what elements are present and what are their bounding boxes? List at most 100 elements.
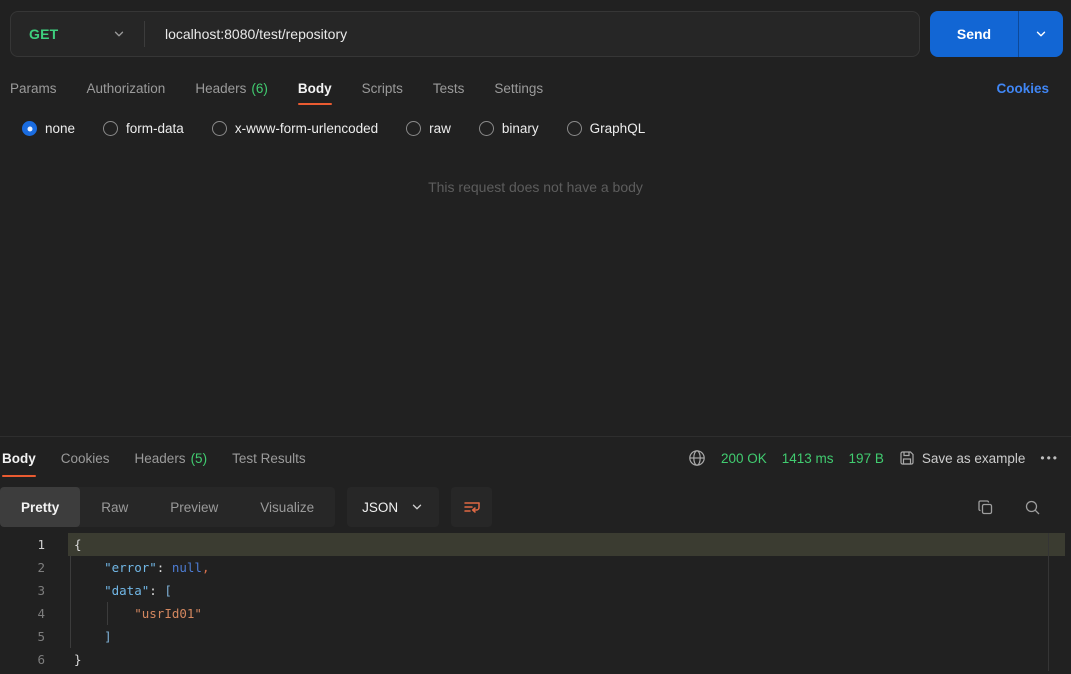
tab-label: Body (2, 450, 36, 466)
method-label: GET (29, 26, 59, 42)
method-dropdown[interactable]: GET (11, 12, 144, 56)
code-line-content: "usrId01" (68, 602, 1065, 625)
line-number: 6 (37, 652, 45, 667)
code-token: ] (104, 629, 112, 644)
view-tab-pretty[interactable]: Pretty (0, 487, 81, 527)
status-code[interactable]: 200 OK (721, 451, 767, 466)
view-tab-visualize[interactable]: Visualize (239, 487, 335, 527)
tab-params[interactable]: Params (10, 68, 57, 108)
tab-headers[interactable]: Headers (6) (195, 68, 268, 108)
response-size[interactable]: 197 B (849, 451, 884, 466)
response-body-editor[interactable]: 1{2 "error": null, 3 "data": [4 "usrId01"… (0, 533, 1071, 671)
tab-label: Headers (134, 450, 186, 466)
tab-label: Test Results (232, 450, 306, 466)
code-token: : (149, 583, 157, 598)
copy-icon[interactable] (977, 499, 994, 516)
radio-label: raw (429, 121, 451, 136)
code-line-content: "data": [ (68, 579, 1065, 602)
tab-label: Cookies (60, 450, 110, 466)
response-pane: Body Cookies Headers (5) Test Results 200… (0, 437, 1071, 671)
view-tab-raw[interactable]: Raw (80, 487, 149, 527)
code-token: { (74, 537, 82, 552)
network-globe-icon[interactable] (688, 449, 706, 467)
search-icon[interactable] (1024, 499, 1041, 516)
code-line-content: ] (68, 625, 1065, 648)
radio-graphql[interactable]: GraphQL (566, 121, 646, 136)
tab-label: Headers (195, 80, 247, 96)
code-line[interactable]: 4 "usrId01" (0, 602, 1071, 625)
radio-form-data[interactable]: form-data (103, 121, 184, 136)
line-number: 1 (37, 537, 45, 552)
code-line-content: "error": null, (68, 556, 1065, 579)
radio-label: GraphQL (589, 121, 646, 136)
code-lines: 1{2 "error": null, 3 "data": [4 "usrId01"… (0, 533, 1071, 671)
tab-label: Params (10, 80, 57, 96)
response-tab-body[interactable]: Body (2, 437, 36, 479)
save-as-example-label: Save as example (921, 450, 1026, 466)
cookies-link[interactable]: Cookies (996, 81, 1049, 96)
radio-icon (103, 121, 119, 136)
code-token: "data" (104, 583, 150, 598)
chevron-down-icon (112, 27, 126, 41)
request-pane: GET localhost:8080/test/repository Send … (0, 0, 1071, 437)
response-meta: 200 OK 1413 ms 197 B Save as example ••• (688, 449, 1059, 467)
response-tab-cookies[interactable]: Cookies (61, 437, 110, 479)
radio-label: x-www-form-urlencoded (234, 121, 379, 136)
url-input[interactable]: localhost:8080/test/repository (145, 26, 919, 42)
tab-authorization[interactable]: Authorization (87, 68, 166, 108)
tab-scripts[interactable]: Scripts (362, 68, 403, 108)
tab-label: Authorization (86, 80, 166, 96)
radio-none[interactable]: none (22, 121, 75, 136)
chevron-down-icon (1034, 27, 1048, 41)
code-line[interactable]: 1{ (0, 533, 1071, 556)
tab-label: Tests (432, 80, 465, 96)
tab-count: (5) (190, 450, 208, 466)
response-tab-test-results[interactable]: Test Results (232, 437, 306, 479)
request-tabs: Params Authorization Headers (6) Body Scr… (0, 68, 1071, 108)
code-line[interactable]: 5 ] (0, 625, 1071, 648)
wrap-lines-button[interactable] (451, 487, 493, 527)
radio-icon (478, 121, 494, 136)
tab-body[interactable]: Body (297, 68, 332, 108)
radio-icon (211, 121, 227, 136)
response-tabs: Body Cookies Headers (5) Test Results 200… (0, 437, 1071, 479)
view-mode-segmented-control: Pretty Raw Preview Visualize (0, 487, 336, 527)
code-line[interactable]: 6} (0, 648, 1071, 671)
wrap-lines-icon (463, 499, 481, 515)
radio-icon (22, 121, 37, 136)
save-as-example-button[interactable]: Save as example (899, 450, 1026, 466)
radio-raw[interactable]: raw (406, 121, 451, 136)
send-button[interactable]: Send (930, 11, 1018, 57)
format-label: JSON (362, 499, 399, 515)
radio-label: none (45, 121, 76, 136)
radio-label: binary (501, 121, 539, 136)
response-tab-headers[interactable]: Headers (5) (135, 437, 208, 479)
chevron-down-icon (410, 500, 424, 514)
save-icon (899, 450, 915, 466)
overview-ruler (1048, 533, 1049, 671)
code-token: "usrId01" (134, 606, 202, 621)
response-toolbar: Pretty Raw Preview Visualize JSON (0, 487, 1071, 527)
tab-settings[interactable]: Settings (494, 68, 543, 108)
code-line[interactable]: 2 "error": null, (0, 556, 1071, 579)
tab-count: (6) (251, 80, 268, 96)
send-options-button[interactable] (1018, 11, 1063, 57)
code-line[interactable]: 3 "data": [ (0, 579, 1071, 602)
radio-x-www-form-urlencoded[interactable]: x-www-form-urlencoded (211, 121, 379, 136)
response-time[interactable]: 1413 ms (782, 451, 834, 466)
view-tab-preview[interactable]: Preview (149, 487, 239, 527)
format-dropdown[interactable]: JSON (347, 487, 440, 527)
more-options-icon[interactable]: ••• (1040, 451, 1059, 465)
tab-tests[interactable]: Tests (433, 68, 465, 108)
line-number: 4 (37, 606, 45, 621)
indent-guide (70, 556, 71, 648)
code-line-content: } (68, 648, 1065, 671)
tab-label: Body (297, 80, 332, 96)
url-row: GET localhost:8080/test/repository Send (0, 0, 1071, 68)
line-number: 5 (37, 629, 45, 644)
radio-binary[interactable]: binary (478, 121, 539, 136)
code-token: null (171, 560, 202, 575)
